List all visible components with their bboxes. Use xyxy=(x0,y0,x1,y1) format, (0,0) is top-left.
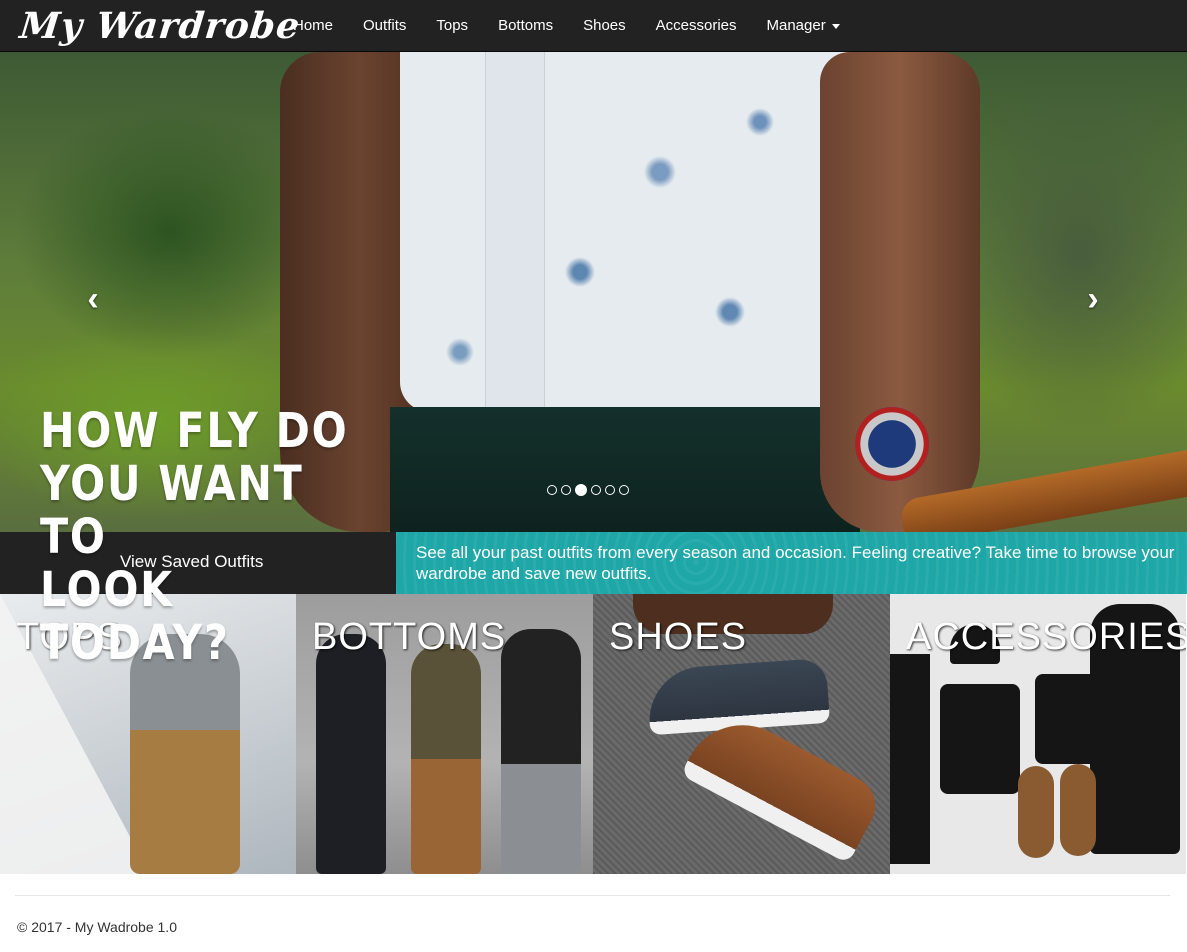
nav-shoes[interactable]: Shoes xyxy=(568,0,641,52)
nav-accessories[interactable]: Accessories xyxy=(641,0,752,52)
nav-outfits[interactable]: Outfits xyxy=(348,0,421,52)
chevron-right-icon: › xyxy=(1087,280,1099,318)
tile-label-accessories: ACCESSORIES xyxy=(906,616,1186,658)
nav-manager-label: Manager xyxy=(766,17,826,34)
nav-bottoms[interactable]: Bottoms xyxy=(483,0,568,52)
carousel-indicator-dot[interactable] xyxy=(575,484,587,496)
hero-photo-watch xyxy=(855,407,929,481)
bottoms-photo-person xyxy=(316,634,386,874)
accessories-photo-item xyxy=(940,684,1020,794)
caret-down-icon xyxy=(831,23,840,29)
carousel-indicator-dot[interactable] xyxy=(619,485,629,495)
hero-headline: HOW FLY DO YOU WANT TO LOOK TODAY? xyxy=(40,405,350,670)
chevron-left-icon: ‹ xyxy=(87,280,99,318)
nav-manager-dropdown[interactable]: Manager xyxy=(752,0,855,52)
bottoms-photo-person xyxy=(501,629,581,874)
carousel-indicator-dot[interactable] xyxy=(561,485,571,495)
hero-photo-shirt xyxy=(400,52,850,412)
carousel-indicator-dot[interactable] xyxy=(591,485,601,495)
hero-headline-line: LOOK TODAY? xyxy=(40,562,230,671)
carousel-indicator-dot[interactable] xyxy=(547,485,557,495)
accessories-photo-item xyxy=(1018,766,1054,858)
hero-photo-pants xyxy=(390,407,860,532)
brand-logo[interactable]: My Wardrobe xyxy=(18,4,303,48)
hero-headline-line: YOU WANT TO xyxy=(40,456,304,565)
tile-accessories[interactable]: ACCESSORIES xyxy=(890,594,1186,874)
description-text: See all your past outfits from every sea… xyxy=(416,543,1175,583)
hero-photo-placket xyxy=(485,52,545,412)
main-nav: Home Outfits Tops Bottoms Shoes Accessor… xyxy=(278,0,855,52)
description-panel: See all your past outfits from every sea… xyxy=(396,532,1187,594)
nav-tops[interactable]: Tops xyxy=(421,0,483,52)
carousel-prev-button[interactable]: ‹ xyxy=(78,282,108,316)
footer-divider xyxy=(15,895,1170,896)
carousel-indicators xyxy=(547,484,629,496)
carousel-next-button[interactable]: › xyxy=(1078,282,1108,316)
nav-home[interactable]: Home xyxy=(278,0,348,52)
accessories-photo-item xyxy=(890,654,930,864)
carousel-indicator-dot[interactable] xyxy=(605,485,615,495)
accessories-photo-item xyxy=(1060,764,1096,856)
footer-copyright: © 2017 - My Wadrobe 1.0 xyxy=(17,919,177,935)
hero-headline-line: HOW FLY DO xyxy=(40,403,349,459)
tile-label-shoes: SHOES xyxy=(609,616,748,658)
navbar: My Wardrobe Home Outfits Tops Bottoms Sh… xyxy=(0,0,1187,52)
bottoms-photo-person xyxy=(411,644,481,874)
tile-shoes[interactable]: SHOES xyxy=(593,594,890,874)
